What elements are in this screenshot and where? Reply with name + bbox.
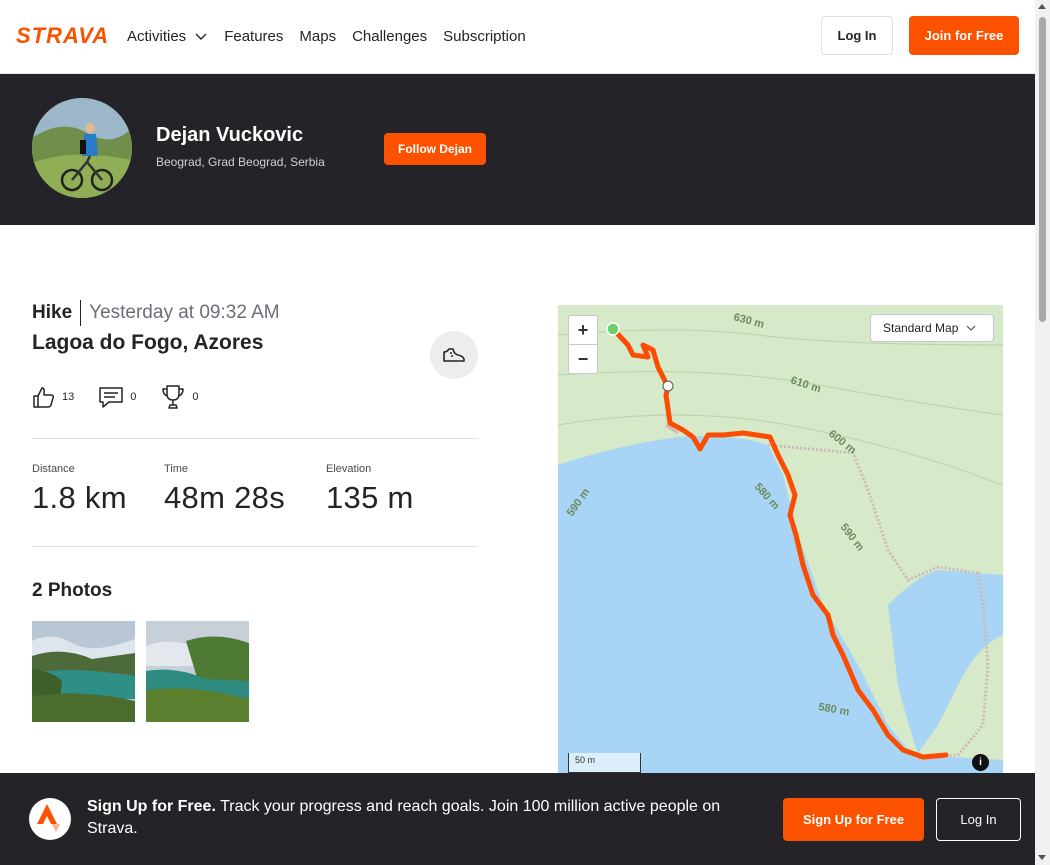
athlete-header: Dejan Vuckovic Beograd, Grad Beograd, Se… [0,74,1035,225]
activity-map[interactable]: 630 m 610 m 600 m 590 m 580 m 590 m 580 … [558,305,1003,773]
gear-shoe-button[interactable] [430,331,478,379]
stat-value: 1.8 km [32,480,127,515]
banner-message: Sign Up for Free. Track your progress an… [87,796,767,840]
login-button[interactable]: Log In [821,16,893,55]
athlete-name[interactable]: Dejan Vuckovic [156,124,303,147]
map-style-select[interactable]: Standard Map [870,314,994,342]
stat-distance: Distance 1.8 km [32,463,127,516]
stat-time: Time 48m 28s [164,463,285,516]
banner-login-button[interactable]: Log In [936,798,1021,841]
top-navbar: STRAVA Activities Features Maps Challeng… [0,0,1035,74]
stat-elevation: Elevation 135 m [326,463,414,516]
nav-maps[interactable]: Maps [299,28,336,45]
zoom-in-button[interactable]: + [569,316,597,345]
divider [32,438,478,439]
divider [32,546,478,547]
scroll-up-arrow-icon[interactable] [1038,4,1046,9]
stat-label: Elevation [326,463,372,475]
athlete-avatar[interactable] [32,98,132,198]
nav-subscription[interactable]: Subscription [443,28,526,45]
nav-activities-label: Activities [127,27,187,45]
stat-value: 48m 28s [164,480,285,515]
nav-features-label: Features [224,27,284,45]
scroll-thumb[interactable] [1039,17,1046,322]
signup-button[interactable]: Sign Up for Free [783,798,924,841]
activity-type: Hike [32,300,82,326]
thumbs-up-icon [33,387,55,408]
map-scale: 50 m [568,753,641,773]
strava-logo-icon [29,798,71,840]
trophy-icon [162,385,185,409]
kudos-count: 13 [62,391,75,403]
nav-challenges[interactable]: Challenges [352,28,427,45]
comment-icon [99,387,123,408]
stat-label: Time [164,463,189,475]
photos-title: 2 Photos [32,580,113,601]
activity-date: Yesterday at 09:32 AM [89,302,280,323]
chevron-down-icon [966,325,976,331]
map-zoom-controls: + − [568,315,598,374]
strava-logo[interactable]: STRAVA [16,23,112,51]
svg-text:STRAVA: STRAVA [16,24,109,46]
nav-challenges-label: Challenges [352,27,428,45]
follow-button[interactable]: Follow Dejan [384,133,486,165]
page-scrollbar[interactable] [1035,0,1050,865]
chevron-down-icon [195,33,207,40]
achievements-count: 0 [192,391,199,403]
map-info-icon[interactable]: i [972,754,989,771]
nav-subscription-label: Subscription [443,27,526,45]
activity-header: Hike Yesterday at 09:32 AM [32,298,280,328]
photo-thumbnail[interactable] [146,621,249,722]
nav-activities[interactable]: Activities [127,28,208,45]
join-button[interactable]: Join for Free [909,16,1019,55]
nav-features[interactable]: Features [224,28,283,45]
kudos-button[interactable]: 13 [32,385,74,409]
scroll-down-arrow-icon[interactable] [1038,855,1046,860]
nav-maps-label: Maps [299,27,337,45]
activity-title: Lagoa do Fogo, Azores [32,331,264,354]
photo-thumbnail[interactable] [32,621,135,722]
shoe-icon [443,348,465,362]
athlete-location: Beograd, Grad Beograd, Serbia [156,155,325,169]
comments-count: 0 [130,391,137,403]
banner-headline: Sign Up for Free. [87,798,216,815]
comments-button[interactable]: 0 [98,385,136,409]
social-stats: 13 0 0 [32,384,199,410]
achievements-button[interactable]: 0 [160,384,199,410]
signup-banner: Sign Up for Free. Track your progress an… [0,773,1035,865]
stat-value: 135 m [326,480,414,515]
stat-label: Distance [32,463,75,475]
zoom-out-button[interactable]: − [569,345,597,374]
map-style-label: Standard Map [883,321,959,335]
nav-links: Activities Features Maps Challenges Subs… [127,0,526,72]
